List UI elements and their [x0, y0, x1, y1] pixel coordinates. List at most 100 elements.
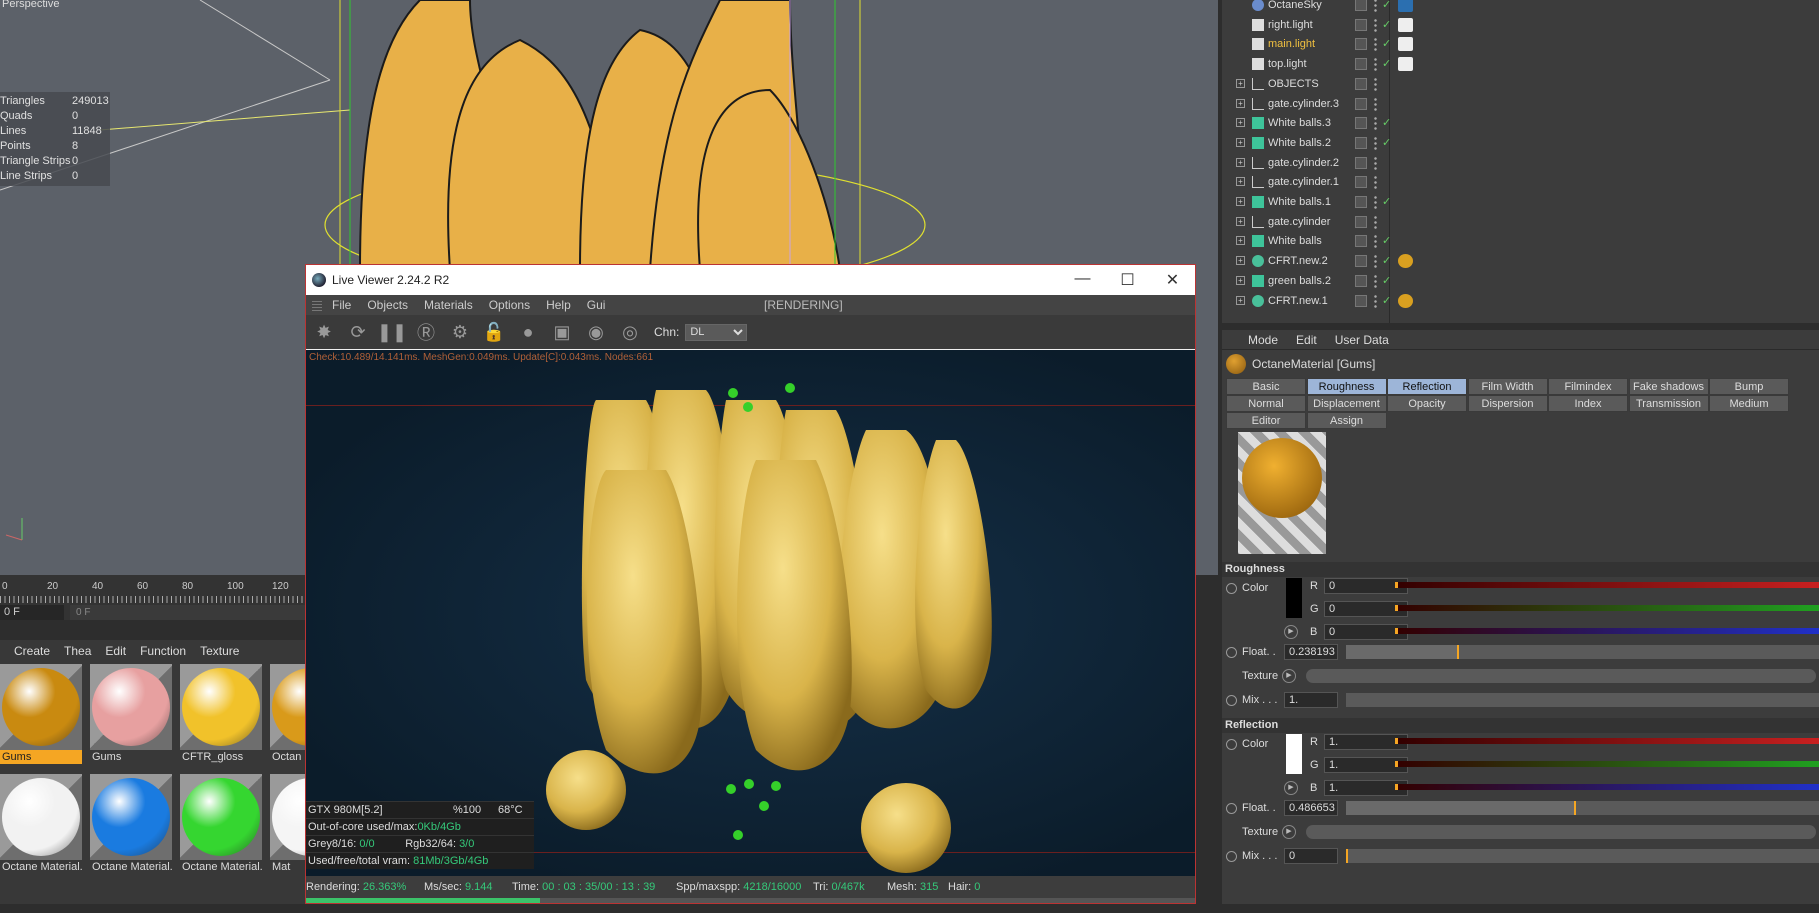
render-canvas[interactable]: Check:10.489/14.141ms. MeshGen:0.049ms. …: [306, 350, 1195, 876]
material-menu-texture[interactable]: Texture: [200, 644, 239, 660]
expand-icon[interactable]: +: [1236, 177, 1245, 187]
object-row[interactable]: + CFRT.new.2 ✓: [1222, 251, 1819, 271]
visibility-dots-icon[interactable]: [1374, 273, 1377, 288]
tab-displacement[interactable]: Displacement: [1306, 395, 1387, 412]
region-render-icon[interactable]: Ⓡ: [412, 318, 440, 346]
roughness-float-field[interactable]: 0.238193: [1284, 644, 1338, 660]
object-row[interactable]: + gate.cylinder.2: [1222, 153, 1819, 173]
object-row[interactable]: + White balls.1 ✓: [1222, 192, 1819, 212]
edit-icon[interactable]: [1355, 235, 1367, 248]
maximize-button[interactable]: ☐: [1105, 270, 1150, 290]
tab-transmission[interactable]: Transmission: [1628, 395, 1709, 412]
material-swatch[interactable]: Octane Material.: [180, 774, 262, 874]
close-button[interactable]: ✕: [1150, 270, 1195, 290]
material-menu-create[interactable]: Create: [14, 644, 50, 660]
focus-pick-icon[interactable]: ◉: [582, 318, 610, 346]
enabled-check-icon[interactable]: ✓: [1382, 54, 1391, 74]
visibility-dots-icon[interactable]: [1374, 57, 1377, 72]
roughness-float-slider[interactable]: [1346, 645, 1819, 659]
frame-slider[interactable]: 0 F: [70, 605, 305, 620]
edit-icon[interactable]: [1355, 58, 1367, 71]
expand-icon[interactable]: +: [1236, 78, 1245, 88]
visibility-dots-icon[interactable]: [1374, 293, 1377, 308]
reflection-float-anim-icon[interactable]: [1226, 803, 1237, 814]
tab-index[interactable]: Index: [1548, 395, 1628, 412]
tab-reflection[interactable]: Reflection: [1387, 378, 1467, 395]
visibility-dots-icon[interactable]: [1374, 155, 1377, 170]
light-tag-icon[interactable]: [1398, 37, 1413, 52]
menu-file[interactable]: File: [332, 298, 351, 312]
current-frame-field[interactable]: 0 F: [0, 605, 64, 620]
object-row[interactable]: + gate.cylinder.3: [1222, 94, 1819, 114]
visibility-dots-icon[interactable]: [1374, 234, 1377, 249]
expand-icon[interactable]: +: [1236, 118, 1245, 128]
menu-edit[interactable]: Edit: [1296, 333, 1317, 347]
edit-icon[interactable]: [1355, 77, 1367, 90]
visibility-dots-icon[interactable]: [1374, 135, 1377, 150]
edit-icon[interactable]: [1355, 117, 1367, 130]
enabled-check-icon[interactable]: ✓: [1382, 271, 1391, 291]
edit-icon[interactable]: [1355, 196, 1367, 208]
expand-icon[interactable]: ▶: [1282, 825, 1296, 839]
object-row[interactable]: OctaneSky ✓: [1222, 0, 1819, 15]
edit-icon[interactable]: [1355, 18, 1367, 31]
roughness-texture-slot[interactable]: [1306, 669, 1816, 683]
tab-dispersion[interactable]: Dispersion: [1467, 395, 1548, 412]
light-tag-icon[interactable]: [1398, 57, 1413, 72]
tab-filmindex[interactable]: Filmindex: [1548, 378, 1628, 395]
clay-mode-icon[interactable]: ▣: [548, 318, 576, 346]
menu-objects[interactable]: Objects: [367, 298, 408, 312]
material-menu-thea[interactable]: Thea: [64, 644, 91, 660]
timeline[interactable]: 0 20 40 60 80 100 120 0 F 0 F: [0, 575, 305, 620]
expand-icon[interactable]: +: [1236, 236, 1245, 246]
tab-assign[interactable]: Assign: [1306, 412, 1387, 429]
settings-gear-icon[interactable]: ⚙: [446, 318, 474, 346]
tab-medium[interactable]: Medium: [1709, 395, 1789, 412]
material-pick-icon[interactable]: ◎: [616, 318, 644, 346]
send-scene-icon[interactable]: ✸: [310, 318, 338, 346]
object-row[interactable]: + CFRT.new.1 ✓: [1222, 291, 1819, 311]
reflection-mix-field[interactable]: 0: [1284, 848, 1338, 864]
object-row[interactable]: + OBJECTS: [1222, 74, 1819, 94]
material-swatch[interactable]: Octane Material.: [90, 774, 172, 874]
visibility-dots-icon[interactable]: [1374, 175, 1377, 190]
reflection-r-slider[interactable]: [1395, 738, 1819, 744]
reflection-mix-anim-icon[interactable]: [1226, 851, 1237, 862]
live-viewer-titlebar[interactable]: Live Viewer 2.24.2 R2 — ☐ ✕: [306, 265, 1195, 295]
edit-icon[interactable]: [1355, 176, 1367, 189]
channel-select[interactable]: DL: [685, 323, 748, 341]
edit-icon[interactable]: [1355, 294, 1367, 307]
enabled-check-icon[interactable]: ✓: [1382, 231, 1391, 251]
object-row[interactable]: + White balls ✓: [1222, 231, 1819, 251]
reflection-texture-slot[interactable]: [1306, 825, 1816, 839]
expand-icon[interactable]: +: [1236, 98, 1245, 108]
edit-icon[interactable]: [1355, 97, 1367, 110]
expand-icon[interactable]: +: [1236, 295, 1245, 305]
edit-icon[interactable]: [1355, 274, 1367, 287]
enabled-check-icon[interactable]: ✓: [1382, 291, 1391, 311]
tab-roughness[interactable]: Roughness: [1306, 378, 1387, 395]
material-tag-icon[interactable]: [1398, 293, 1413, 308]
material-menu-edit[interactable]: Edit: [105, 644, 126, 660]
tab-opacity[interactable]: Opacity: [1387, 395, 1467, 412]
edit-icon[interactable]: [1355, 255, 1367, 268]
visibility-dots-icon[interactable]: [1374, 254, 1377, 269]
object-row[interactable]: + gate.cylinder.1: [1222, 172, 1819, 192]
expand-icon[interactable]: +: [1236, 137, 1245, 147]
menu-help[interactable]: Help: [546, 298, 571, 312]
lock-icon[interactable]: 🔓: [480, 318, 508, 346]
tab-editor[interactable]: Editor: [1226, 412, 1306, 429]
visibility-dots-icon[interactable]: [1374, 195, 1377, 209]
material-swatch[interactable]: CFTR_gloss: [180, 664, 262, 764]
visibility-dots-icon[interactable]: [1374, 96, 1377, 111]
expand-icon[interactable]: ▶: [1284, 625, 1298, 639]
live-viewer-window[interactable]: Live Viewer 2.24.2 R2 — ☐ ✕ File Objects…: [305, 264, 1196, 904]
menu-materials[interactable]: Materials: [424, 298, 473, 312]
roughness-mix-field[interactable]: 1.: [1284, 692, 1338, 708]
enabled-check-icon[interactable]: ✓: [1382, 251, 1391, 271]
light-tag-icon[interactable]: [1398, 17, 1413, 32]
roughness-g-slider[interactable]: [1395, 605, 1819, 611]
tab-bump[interactable]: Bump: [1709, 378, 1789, 395]
tab-normal[interactable]: Normal: [1226, 395, 1306, 412]
material-swatch[interactable]: Octane Material.: [0, 774, 82, 874]
